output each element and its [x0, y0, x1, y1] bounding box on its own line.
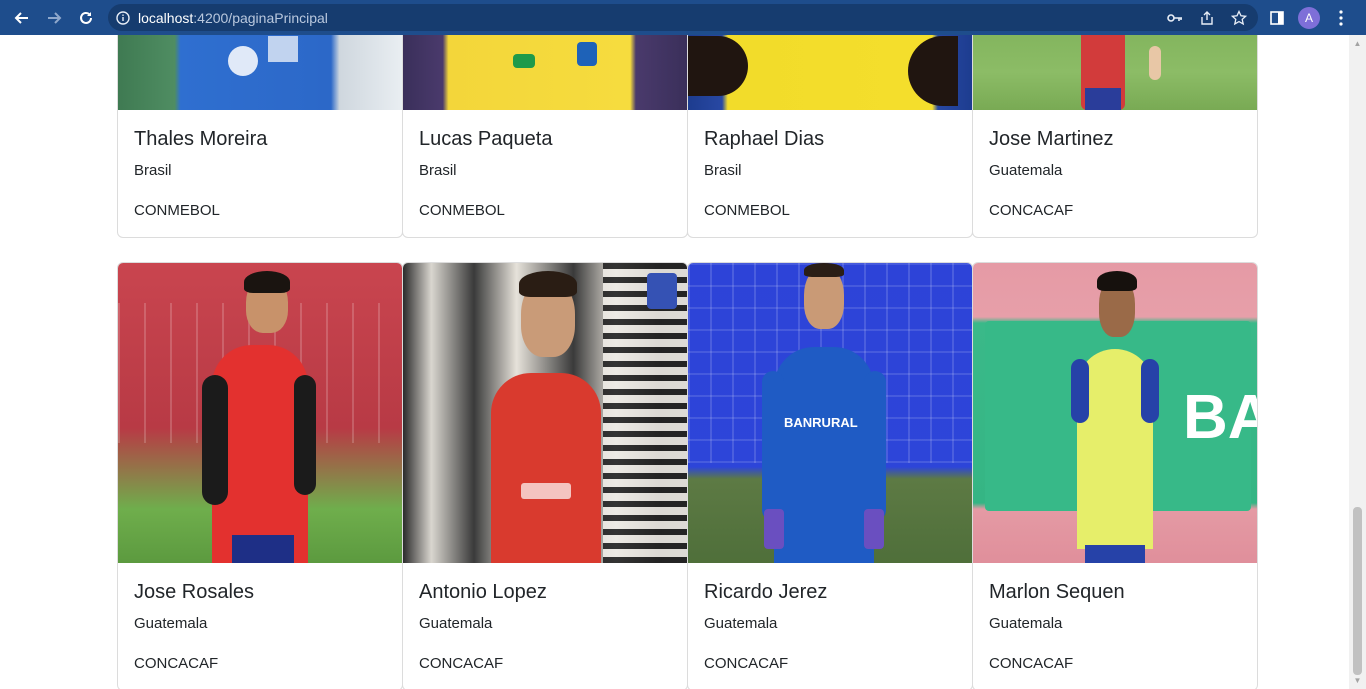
url-path: :4200/paginaPrincipal — [193, 9, 328, 26]
player-name: Raphael Dias — [704, 128, 825, 150]
billboard-text: BA — [1183, 383, 1257, 452]
player-confederation: CONCACAF — [134, 655, 219, 672]
url-host: localhost — [138, 9, 194, 26]
site-info-icon[interactable] — [108, 10, 138, 25]
bookmark-star-icon[interactable] — [1228, 9, 1250, 26]
player-photo — [403, 263, 687, 563]
player-country: Guatemala — [134, 615, 208, 632]
player-confederation: CONCACAF — [419, 655, 504, 672]
scrollbar-thumb[interactable] — [1353, 507, 1362, 675]
player-name: Thales Moreira — [134, 128, 268, 150]
player-photo — [118, 263, 402, 563]
player-confederation: CONMEBOL — [419, 202, 505, 219]
profile-avatar[interactable]: A — [1298, 6, 1320, 29]
kebab-menu-icon[interactable] — [1330, 9, 1352, 26]
player-country: Guatemala — [989, 162, 1063, 179]
player-name: Antonio Lopez — [419, 581, 547, 603]
player-name: Jose Martinez — [989, 128, 1114, 150]
back-arrow-icon[interactable] — [6, 2, 38, 34]
player-confederation: CONCACAF — [989, 202, 1074, 219]
player-country: Guatemala — [419, 615, 493, 632]
player-confederation: CONMEBOL — [134, 202, 220, 219]
forward-arrow-icon[interactable] — [38, 2, 70, 34]
player-photo — [688, 35, 972, 110]
player-country: Brasil — [419, 162, 457, 179]
player-photo: BANRURAL — [688, 263, 972, 563]
player-confederation: CONMEBOL — [704, 202, 790, 219]
player-card[interactable]: Antonio Lopez Guatemala CONCACAF — [402, 262, 688, 689]
player-country: Brasil — [704, 162, 742, 179]
player-photo — [973, 35, 1257, 110]
player-photo — [403, 35, 687, 110]
player-card[interactable]: BANRURAL Ricardo Jerez Guatemala CONCACA… — [687, 262, 973, 689]
player-name: Jose Rosales — [134, 581, 255, 603]
player-card[interactable]: Raphael Dias Brasil CONMEBOL — [687, 35, 973, 238]
player-country: Brasil — [134, 162, 172, 179]
key-icon[interactable] — [1164, 12, 1186, 24]
player-name: Marlon Sequen — [989, 581, 1125, 603]
player-confederation: CONCACAF — [704, 655, 789, 672]
page-content: Thales Moreira Brasil CONMEBOL Lucas Paq… — [0, 35, 1349, 689]
player-name: Lucas Paqueta — [419, 128, 553, 150]
player-country: Guatemala — [704, 615, 778, 632]
player-name: Ricardo Jerez — [704, 581, 828, 603]
scroll-down-arrow-icon[interactable]: ▼ — [1349, 672, 1366, 689]
player-photo: BA — [973, 263, 1257, 563]
browser-toolbar: localhost:4200/paginaPrincipal A — [0, 0, 1366, 35]
player-card[interactable]: BA Marlon Sequen Guatemala CONCACAF — [972, 262, 1258, 689]
vertical-scrollbar[interactable]: ▲ ▼ — [1349, 35, 1366, 689]
player-card[interactable]: Jose Martinez Guatemala CONCACAF — [972, 35, 1258, 238]
scroll-up-arrow-icon[interactable]: ▲ — [1349, 35, 1366, 52]
player-country: Guatemala — [989, 615, 1063, 632]
reload-icon[interactable] — [70, 2, 102, 34]
share-icon[interactable] — [1196, 10, 1218, 26]
player-card[interactable]: Lucas Paqueta Brasil CONMEBOL — [402, 35, 688, 238]
player-card[interactable]: Thales Moreira Brasil CONMEBOL — [117, 35, 403, 238]
url-text: localhost:4200/paginaPrincipal — [138, 10, 328, 26]
side-panel-icon[interactable] — [1266, 10, 1288, 25]
address-bar[interactable]: localhost:4200/paginaPrincipal — [108, 4, 1258, 31]
jersey-sponsor-text: BANRURAL — [784, 415, 858, 430]
player-card[interactable]: Jose Rosales Guatemala CONCACAF — [117, 262, 403, 689]
player-confederation: CONCACAF — [989, 655, 1074, 672]
player-photo — [118, 35, 402, 110]
